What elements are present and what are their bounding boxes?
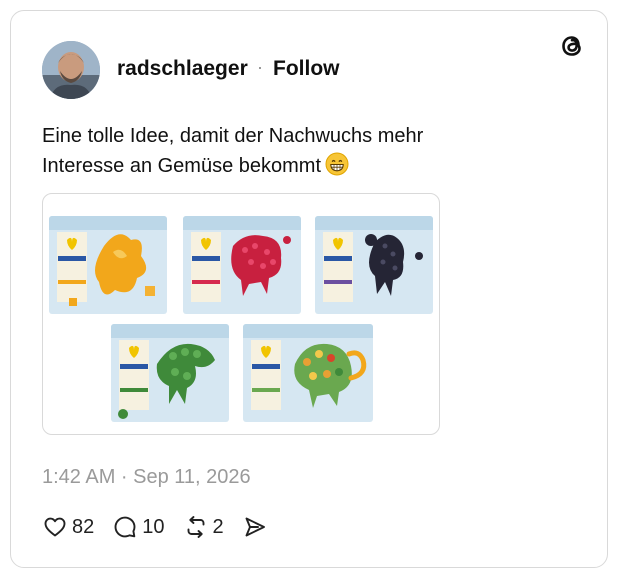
reply-button[interactable]: 10 (112, 514, 165, 540)
repost-icon (187, 516, 204, 538)
action-bar: 82 10 2 (42, 513, 286, 541)
post-timestamp[interactable]: 1:42 AM · Sep 11, 2026 (42, 466, 251, 489)
post-text-line-1: Eine tolle Idee, damit der Nachwuchs meh… (42, 125, 424, 147)
post-image[interactable] (42, 193, 440, 435)
comment-icon (114, 516, 136, 538)
repost-button[interactable]: 2 (183, 514, 224, 540)
package-brombeeren (315, 216, 433, 314)
avatar-image (42, 41, 100, 99)
threads-logo-icon[interactable] (555, 29, 589, 63)
grinning-face-emoji-icon (325, 152, 349, 176)
username[interactable]: radschlaeger (117, 57, 248, 81)
package-himbeeren (183, 216, 301, 314)
repost-count: 2 (212, 515, 224, 538)
heart-icon (44, 517, 66, 537)
package-broccoli (111, 324, 229, 422)
like-button[interactable]: 82 (42, 514, 94, 540)
package-land-gemuese (243, 324, 373, 422)
reply-count: 10 (142, 515, 165, 538)
share-button[interactable] (242, 514, 268, 540)
package-mango (49, 216, 167, 314)
follow-button[interactable]: Follow (273, 57, 340, 81)
send-icon (245, 517, 265, 537)
separator-dot: · (257, 57, 263, 77)
like-count: 82 (72, 515, 95, 538)
avatar[interactable] (42, 41, 100, 99)
post-text-line-2: Interesse an Gemüse bekommt (42, 151, 502, 181)
post-text: Eine tolle Idee, damit der Nachwuchs meh… (42, 121, 502, 181)
post-text-line-2-text: Interesse an Gemüse bekommt (42, 155, 322, 177)
post-card: radschlaeger · Follow Eine tolle Idee, d… (10, 10, 608, 568)
